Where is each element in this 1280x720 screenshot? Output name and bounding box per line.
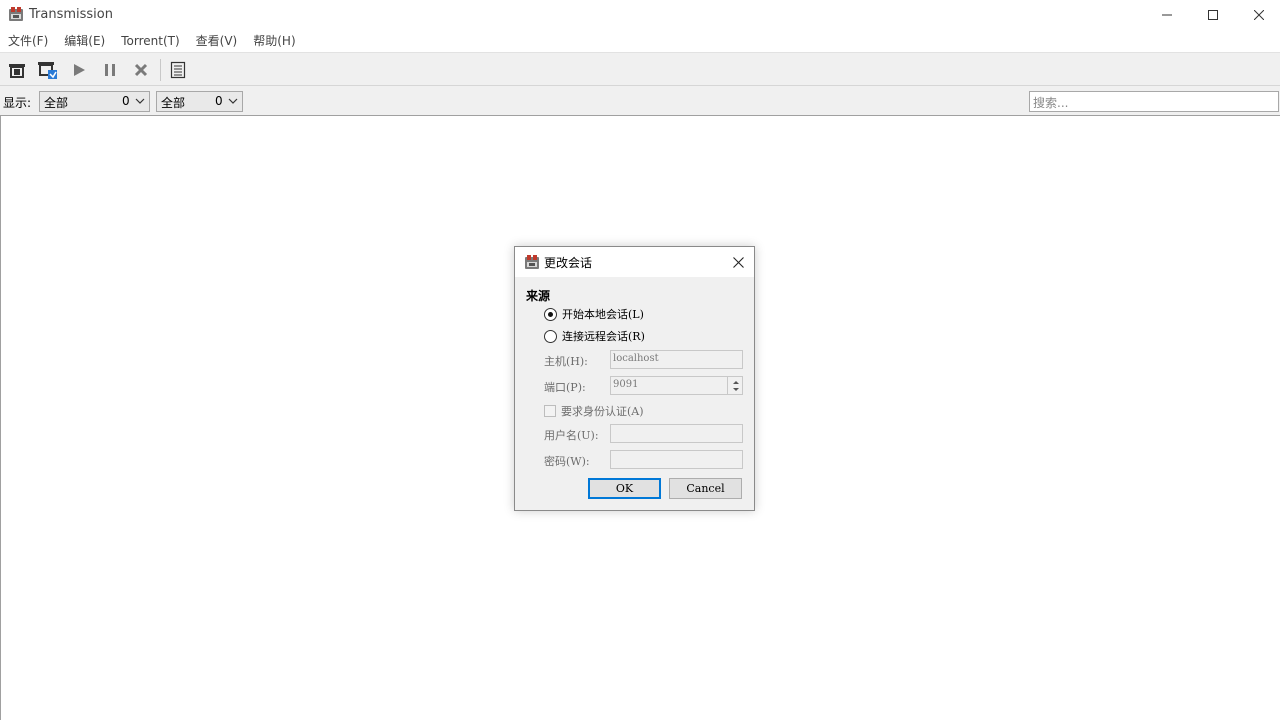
tracker-filter-select[interactable]: 全部 0: [156, 91, 243, 112]
filter-label: 显示:: [3, 96, 32, 110]
open-url-icon: [38, 62, 57, 79]
local-session-label: 开始本地会话(L): [562, 308, 644, 321]
pause-icon: [105, 64, 115, 76]
remove-icon: [134, 63, 148, 77]
status-filter-value: 全部: [44, 96, 69, 110]
port-value: 9091: [613, 379, 639, 390]
toolbar-separator: [160, 59, 161, 81]
transmission-app-icon: [524, 254, 540, 270]
minimize-icon: [1162, 14, 1172, 16]
auth-checkbox[interactable]: [544, 405, 556, 417]
remote-session-label: 连接远程会话(R): [562, 330, 645, 343]
title-bar: Transmission: [0, 0, 1280, 30]
toolbar: [0, 52, 1280, 86]
properties-button[interactable]: [167, 59, 189, 81]
menu-bar: 文件(F) 编辑(E) Torrent(T) 查看(V) 帮助(H): [0, 30, 1280, 52]
open-torrent-icon: [9, 64, 25, 78]
auth-checkbox-row[interactable]: 要求身份认证(A): [544, 403, 644, 419]
search-input[interactable]: 搜索...: [1029, 91, 1279, 112]
status-filter-select[interactable]: 全部 0: [39, 91, 150, 112]
chevron-down-icon: [228, 95, 238, 109]
cancel-button[interactable]: Cancel: [669, 478, 742, 499]
port-field[interactable]: 9091: [610, 376, 743, 395]
spin-arrows-icon: [732, 380, 739, 391]
maximize-icon: [1208, 10, 1218, 20]
remove-button[interactable]: [130, 59, 152, 81]
status-filter-count: 0: [122, 94, 130, 108]
dialog-close-button[interactable]: [727, 252, 749, 272]
local-session-radio[interactable]: [544, 307, 557, 321]
auth-label: 要求身份认证(A): [561, 405, 644, 418]
host-field[interactable]: localhost: [610, 350, 743, 369]
maximize-button[interactable]: [1190, 0, 1236, 30]
menu-view[interactable]: 查看(V): [188, 30, 246, 52]
close-icon: [732, 256, 744, 268]
minimize-button[interactable]: [1144, 0, 1190, 30]
close-button[interactable]: [1236, 0, 1280, 30]
menu-edit[interactable]: 编辑(E): [56, 30, 113, 52]
pause-button[interactable]: [99, 59, 121, 81]
menu-file[interactable]: 文件(F): [0, 30, 56, 52]
port-label: 端口(P):: [544, 381, 586, 394]
tracker-filter-count: 0: [215, 94, 223, 108]
filter-bar: 显示: 全部 0 全部 0 搜索...: [0, 86, 1280, 116]
remote-session-radio[interactable]: [544, 329, 557, 343]
start-button[interactable]: [68, 59, 90, 81]
remote-session-radio-row[interactable]: 连接远程会话(R): [544, 328, 645, 344]
dialog-title-bar: 更改会话: [515, 247, 754, 277]
open-torrent-button[interactable]: [6, 59, 28, 81]
transmission-app-icon: [8, 6, 24, 22]
close-icon: [1254, 10, 1264, 20]
open-url-button[interactable]: [37, 59, 59, 81]
start-icon: [74, 64, 85, 76]
source-section-label: 来源: [526, 289, 551, 303]
local-session-radio-row[interactable]: 开始本地会话(L): [544, 306, 644, 322]
password-field[interactable]: [610, 450, 743, 469]
port-stepper[interactable]: [727, 377, 743, 394]
window-title: Transmission: [29, 7, 113, 22]
menu-torrent[interactable]: Torrent(T): [113, 30, 187, 52]
ok-button[interactable]: OK: [588, 478, 661, 499]
host-label: 主机(H):: [544, 355, 588, 368]
menu-help[interactable]: 帮助(H): [245, 30, 303, 52]
username-label: 用户名(U):: [544, 429, 599, 442]
properties-icon: [170, 61, 186, 79]
dialog-title: 更改会话: [544, 256, 593, 270]
change-session-dialog: 更改会话 来源 开始本地会话(L) 连接远程会话(R) 主机(H): local…: [514, 246, 755, 511]
chevron-down-icon: [135, 95, 145, 109]
username-field[interactable]: [610, 424, 743, 443]
tracker-filter-value: 全部: [161, 96, 186, 110]
password-label: 密码(W):: [544, 455, 590, 468]
